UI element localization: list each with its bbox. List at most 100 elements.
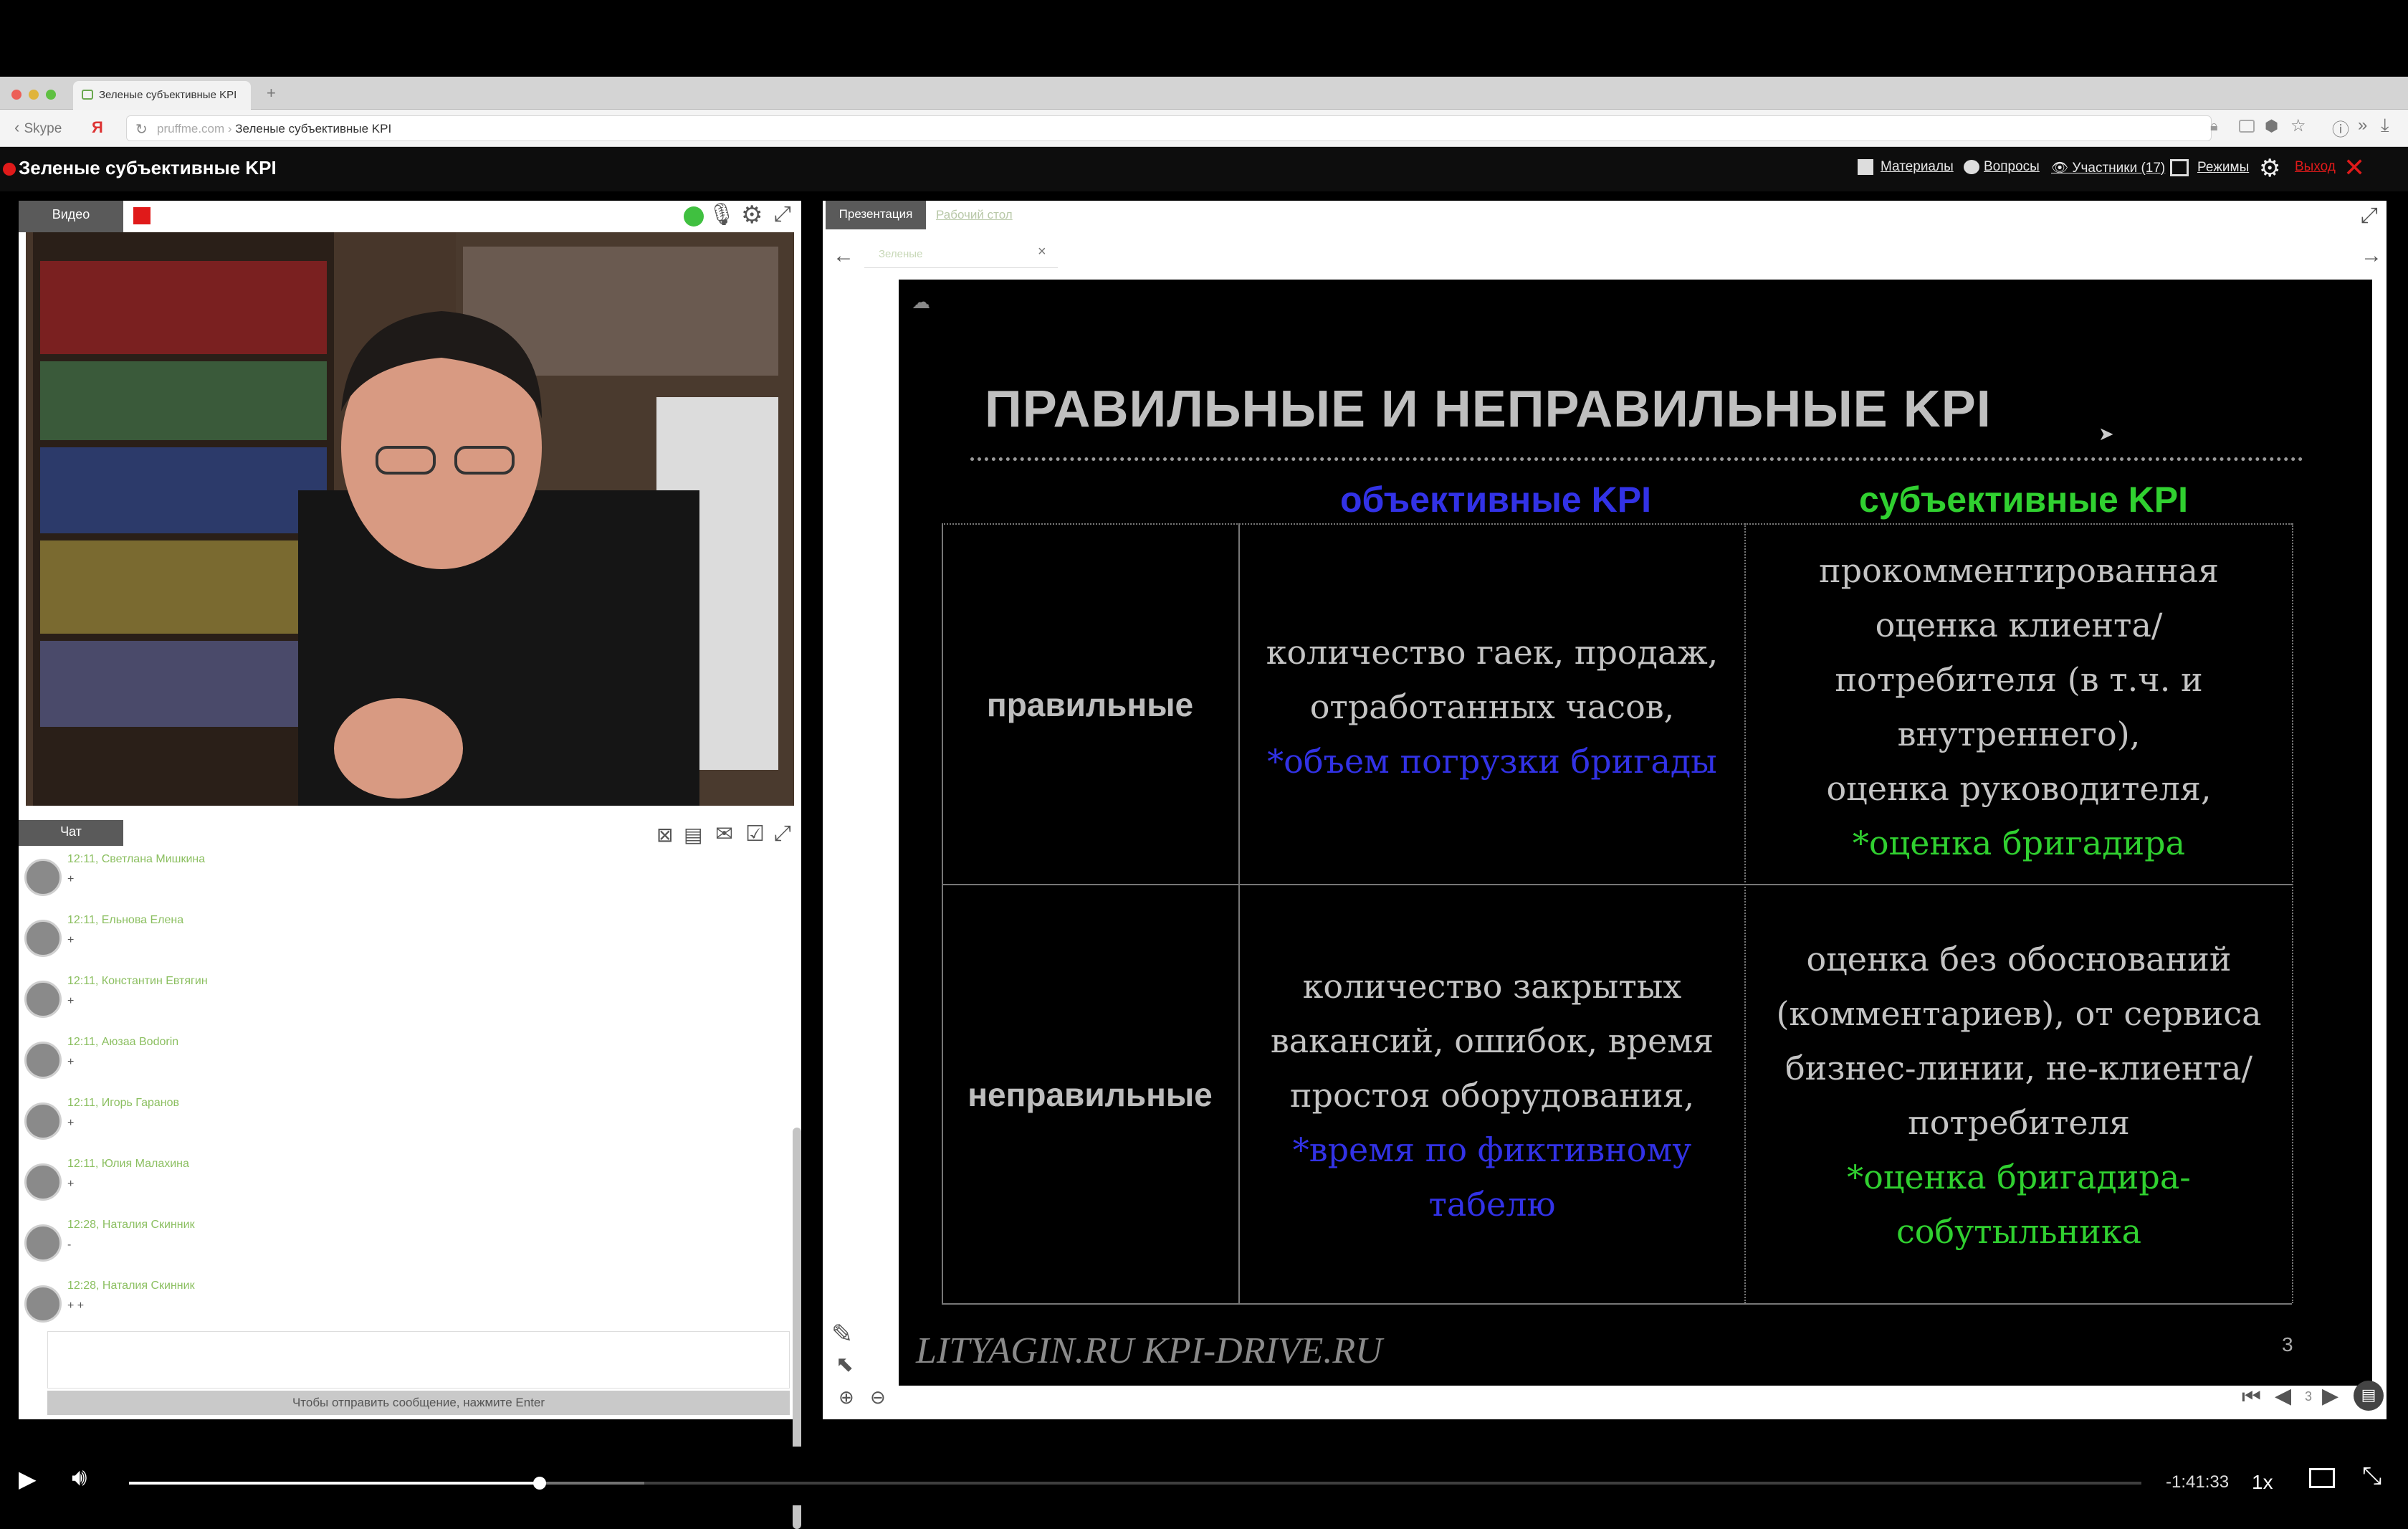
url-input[interactable]: ↻ pruffme.com › Зеленые субъективные KPI [126, 115, 2212, 141]
cell-line: количество закрытых [1302, 967, 1682, 1006]
chat-message-text: - [67, 1239, 72, 1251]
avatar [24, 1224, 62, 1262]
chat-message-meta: 12:28, Наталия Скинник [67, 1280, 195, 1292]
reload-icon[interactable]: ↻ [135, 120, 148, 138]
expand-presentation-icon[interactable]: ⤢ [2361, 204, 2378, 228]
time-remaining: -1:41:33 [2166, 1472, 2230, 1492]
pointer-icon[interactable]: ⬉ [836, 1352, 854, 1377]
browser-tab[interactable]: Зеленые субъективные KPI [73, 81, 251, 110]
record-icon[interactable] [133, 207, 150, 224]
envelope-icon[interactable]: ✉ [715, 821, 733, 847]
slide-footer: LITYAGIN.RU KPI-DRIVE.RU [916, 1330, 1382, 1371]
next-document-arrow-icon[interactable]: → [2361, 244, 2382, 268]
chat-message: 12:11, Ельнова Елена + [19, 907, 778, 964]
chat-message-meta: 12:11, Юлия Малахина [67, 1158, 189, 1170]
clear-chat-icon[interactable]: ⊠ [656, 823, 673, 847]
cell-note: *объем погрузки бригады [1267, 742, 1717, 781]
back-button[interactable]: ‹ Skype [14, 118, 62, 137]
prev-slide-icon[interactable]: ◀ [2275, 1383, 2291, 1409]
star-icon[interactable]: ☆ [2290, 115, 2306, 136]
zoom-in-icon[interactable]: ⊕ [838, 1386, 854, 1409]
chat-message-text: + [67, 995, 75, 1007]
chevron-left-icon: ‹ [14, 118, 24, 136]
column-header-objective: объективные KPI [1340, 480, 1651, 520]
video-tab[interactable]: Видео [19, 201, 123, 232]
title-divider [970, 457, 2303, 461]
progress-handle[interactable] [533, 1477, 546, 1490]
captions-icon[interactable]: ▤ [2354, 1381, 2384, 1411]
document-icon [1858, 159, 1873, 175]
picture-in-picture-icon[interactable] [2309, 1468, 2335, 1488]
exit-button[interactable]: Выход [2295, 159, 2336, 175]
tab-favicon-icon [82, 90, 93, 100]
cell-line: количество гаек, продаж, [1266, 633, 1719, 672]
new-tab-icon[interactable]: + [267, 84, 276, 103]
first-slide-icon[interactable]: ⏮ [2242, 1385, 2261, 1409]
modes-button[interactable]: Режимы [2170, 159, 2249, 176]
export-icon[interactable]: ▤ [684, 823, 702, 847]
participants-button[interactable]: 👁︎ Участники (17) [2051, 159, 2165, 176]
chat-message: 12:11, Светлана Мишкина + [19, 846, 778, 903]
questions-button[interactable]: Вопросы [1964, 159, 2040, 175]
chat-message: 12:11, Константин Евтягин + [19, 968, 778, 1025]
cloud-icon: ☁ [912, 291, 930, 313]
chat-message-list: 12:11, Светлана Мишкина + 12:11, Ельнова… [19, 846, 794, 1527]
play-icon[interactable]: ▶ [19, 1465, 37, 1492]
video-player-bar: ▶ 🔊︎ -1:41:33 1x ⤡ [0, 1447, 2408, 1505]
chat-message-meta: 12:11, Светлана Мишкина [67, 853, 206, 865]
exit-fullscreen-icon[interactable]: ⤡ [2362, 1462, 2381, 1490]
shield-icon[interactable]: ⬢ [2265, 117, 2278, 135]
column-header-subjective: субъективные KPI [1859, 480, 2189, 520]
close-document-icon[interactable]: × [1038, 244, 1046, 260]
tab-presentation[interactable]: Презентация [826, 201, 926, 229]
expand-video-icon[interactable]: ⤢ [774, 202, 791, 227]
materials-label: Материалы [1881, 159, 1954, 175]
chat-message: 12:11, Аюзаа Bodorin + [19, 1029, 778, 1086]
cell-line: (комментариев), от сервиса [1776, 994, 2262, 1033]
tab-desktop[interactable]: Рабочий стол [936, 208, 1013, 222]
maximize-window-icon[interactable] [46, 90, 56, 100]
bookshelf-left [33, 232, 334, 806]
zoom-out-icon[interactable]: ⊖ [870, 1386, 886, 1409]
yandex-icon[interactable]: Я [92, 118, 103, 137]
lock-icon: 🔒︎ [2210, 118, 2218, 134]
chat-message: 12:11, Юлия Малахина + [19, 1151, 778, 1208]
reader-icon[interactable] [2239, 120, 2255, 133]
materials-button[interactable]: Материалы [1858, 159, 1954, 175]
playback-speed-button[interactable]: 1x [2252, 1471, 2273, 1494]
video-settings-icon[interactable]: ⚙ [741, 201, 763, 229]
download-icon[interactable]: ⤓ [2381, 114, 2389, 137]
camera-status-icon[interactable] [684, 206, 704, 227]
chat-tab[interactable]: Чат [19, 820, 123, 846]
avatar [24, 1102, 62, 1140]
webcam-video[interactable] [26, 232, 794, 806]
close-icon[interactable]: ✕ [2344, 153, 2365, 183]
expand-chat-icon[interactable]: ⤢ [774, 821, 791, 846]
pencil-icon[interactable]: ✎ [831, 1319, 853, 1349]
next-slide-icon[interactable]: ▶ [2322, 1383, 2338, 1409]
document-tab[interactable]: Зеленые × [864, 244, 1058, 268]
row-label-incorrect: неправильные [968, 1076, 1213, 1113]
app-header: Зеленые субъективные KPI Материалы Вопро… [0, 147, 2408, 191]
microphone-icon[interactable]: 🎙︎ [708, 202, 735, 227]
minimize-window-icon[interactable] [29, 90, 39, 100]
chat-message: 12:28, Наталия Скинник - [19, 1211, 778, 1269]
avatar [24, 1163, 62, 1201]
close-window-icon[interactable] [11, 90, 22, 100]
more-icon[interactable]: » [2358, 115, 2367, 135]
chat-message-meta: 12:28, Наталия Скинник [67, 1219, 195, 1231]
checkbox-icon[interactable]: ☑ [745, 821, 765, 847]
chat-message: 12:11, Игорь Гаранов + [19, 1090, 778, 1147]
page-title: Зеленые субъективные KPI [19, 157, 277, 178]
slide-number: 3 [2282, 1333, 2293, 1356]
volume-icon[interactable]: 🔊︎ [72, 1464, 87, 1492]
participants-label: Участники (17) [2072, 161, 2166, 176]
chat-input[interactable] [47, 1331, 790, 1389]
chat-message-meta: 12:11, Ельнова Елена [67, 914, 184, 926]
progress-fill [129, 1482, 540, 1485]
document-tab-label: Зеленые [879, 248, 923, 260]
info-icon[interactable]: ⓘ [2332, 115, 2349, 140]
settings-gear-icon[interactable]: ⚙ [2259, 154, 2280, 183]
cell-incorrect-objective: количество закрытых вакансий, ошибок, вр… [1240, 959, 1744, 1232]
prev-document-arrow-icon[interactable]: ← [833, 244, 854, 268]
